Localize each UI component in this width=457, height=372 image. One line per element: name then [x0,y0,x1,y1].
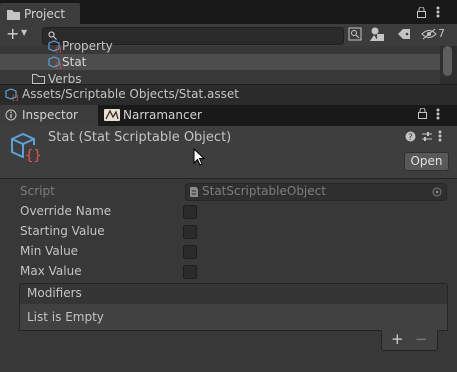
tab-project[interactable]: Project [0,3,80,24]
mouse-cursor-icon [193,148,205,166]
tree-item-verbs[interactable]: Verbs [32,71,422,85]
starting-value-checkbox[interactable] [183,225,197,239]
list-empty-text: List is Empty [27,310,104,324]
label-tag-icon[interactable] [397,28,411,40]
tab-inspector[interactable]: Inspector [0,105,98,126]
scriptable-object-icon: {} [47,56,62,70]
kebab-menu-icon[interactable] [438,130,442,144]
override-name-label: Override Name [20,204,112,218]
scriptable-object-icon: {} [47,40,62,54]
script-file-icon [189,186,199,198]
add-element-button[interactable]: + [391,330,404,348]
tab-project-label: Project [24,7,66,21]
asset-path: Assets/Scriptable Objects/Stat.asset [22,87,239,101]
max-value-label: Max Value [20,264,82,278]
tree-item-label: Stat [62,55,87,69]
tab-narramancer[interactable]: Narramancer [102,105,212,126]
scriptable-object-icon: {} [4,88,19,102]
folder-icon [32,74,45,84]
search-by-type-icon[interactable] [348,27,362,41]
hidden-packages-icon[interactable] [421,28,437,40]
search-icon [48,31,57,40]
kebab-menu-icon[interactable] [436,5,440,19]
filter-by-type-icon[interactable] [370,27,386,41]
override-name-checkbox[interactable] [183,205,197,219]
object-picker-icon[interactable] [432,187,442,197]
modifiers-list-header[interactable]: Modifiers [19,283,448,305]
kebab-menu-icon[interactable] [436,108,440,122]
svg-text:{}: {} [54,46,61,53]
remove-element-button[interactable]: − [415,330,428,348]
inspector-title: Stat (Stat Scriptable Object) [48,130,232,145]
presets-icon[interactable] [421,131,433,142]
modifiers-title: Modifiers [27,286,82,300]
script-field[interactable]: StatScriptableObject [185,183,447,201]
tree-item-label: Property [62,39,113,53]
info-icon [5,109,19,121]
hidden-packages-count: 7 [438,27,445,40]
plus-icon: + [6,24,20,43]
scriptable-object-large-icon: {} [8,130,42,164]
svg-text:{}: {} [11,94,18,101]
svg-text:{}: {} [54,62,61,69]
tree-scrollbar-thumb[interactable] [443,46,452,76]
list-add-remove-footer: + − [381,330,438,351]
tab-inspector-label: Inspector [22,108,78,122]
tree-item-stat[interactable]: {} Stat [44,55,434,70]
script-label: Script [20,184,55,198]
asset-path-bar: {} Assets/Scriptable Objects/Stat.asset [0,84,457,105]
open-button[interactable]: Open [404,152,449,171]
starting-value-label: Starting Value [20,224,105,238]
folder-icon [7,10,20,20]
create-dropdown-button[interactable]: + ▼ [6,24,34,44]
min-value-checkbox[interactable] [183,245,197,259]
tree-item-property[interactable]: {} Property [44,39,434,54]
narramancer-icon [104,109,120,121]
tab-narramancer-label: Narramancer [123,108,202,122]
modifiers-list-body: List is Empty [19,304,448,331]
svg-text:{}: {} [25,148,42,164]
lock-icon[interactable] [417,7,426,18]
svg-text:?: ? [408,133,413,142]
script-value: StatScriptableObject [202,184,326,198]
max-value-checkbox[interactable] [183,265,197,279]
help-icon[interactable]: ? [405,131,416,142]
min-value-label: Min Value [20,244,79,258]
chevron-down-icon: ▼ [21,28,28,37]
lock-icon[interactable] [418,108,427,119]
